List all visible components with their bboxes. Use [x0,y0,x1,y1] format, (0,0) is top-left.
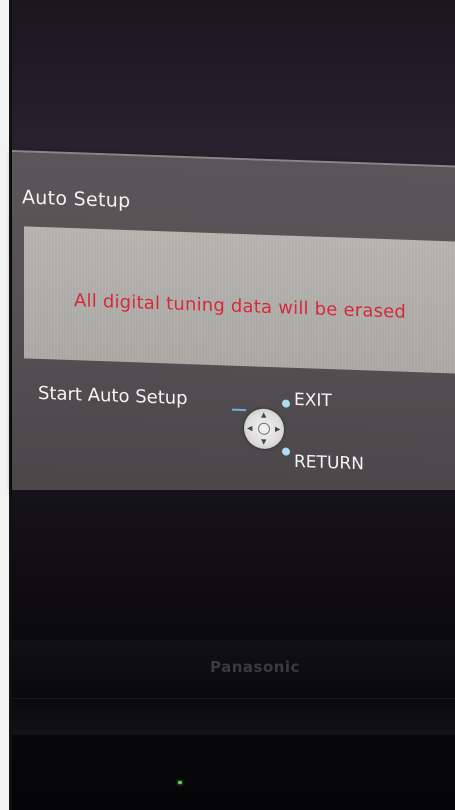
arrow-right-icon: ▶ [275,425,281,434]
arrow-up-icon: ▲ [261,410,267,419]
ok-center-icon [258,422,270,436]
tv-screen-upper [12,0,455,170]
exit-button[interactable]: EXIT [294,390,332,411]
return-dot-icon [282,447,290,456]
warning-box: All digital tuning data will be erased [24,226,455,374]
brand-logo: Panasonic [210,658,300,676]
dpad-icon: ▲ ▼ ◀ ▶ [244,408,284,450]
arrow-down-icon: ▼ [261,437,267,446]
auto-setup-dialog: Auto Setup All digital tuning data will … [12,150,455,508]
arrow-left-icon: ◀ [247,424,253,433]
tv-bezel: Panasonic [12,640,455,810]
return-button[interactable]: RETURN [294,452,364,474]
photo-border [0,0,12,810]
exit-dot-icon [282,399,290,408]
start-auto-setup-button[interactable]: Start Auto Setup [38,383,188,409]
bezel-strip [12,698,455,784]
tv-screen-lower [12,490,455,650]
dialog-title: Auto Setup [22,186,131,213]
connector-line [232,408,246,412]
warning-message: All digital tuning data will be erased [74,290,407,323]
power-led-icon [178,781,182,784]
